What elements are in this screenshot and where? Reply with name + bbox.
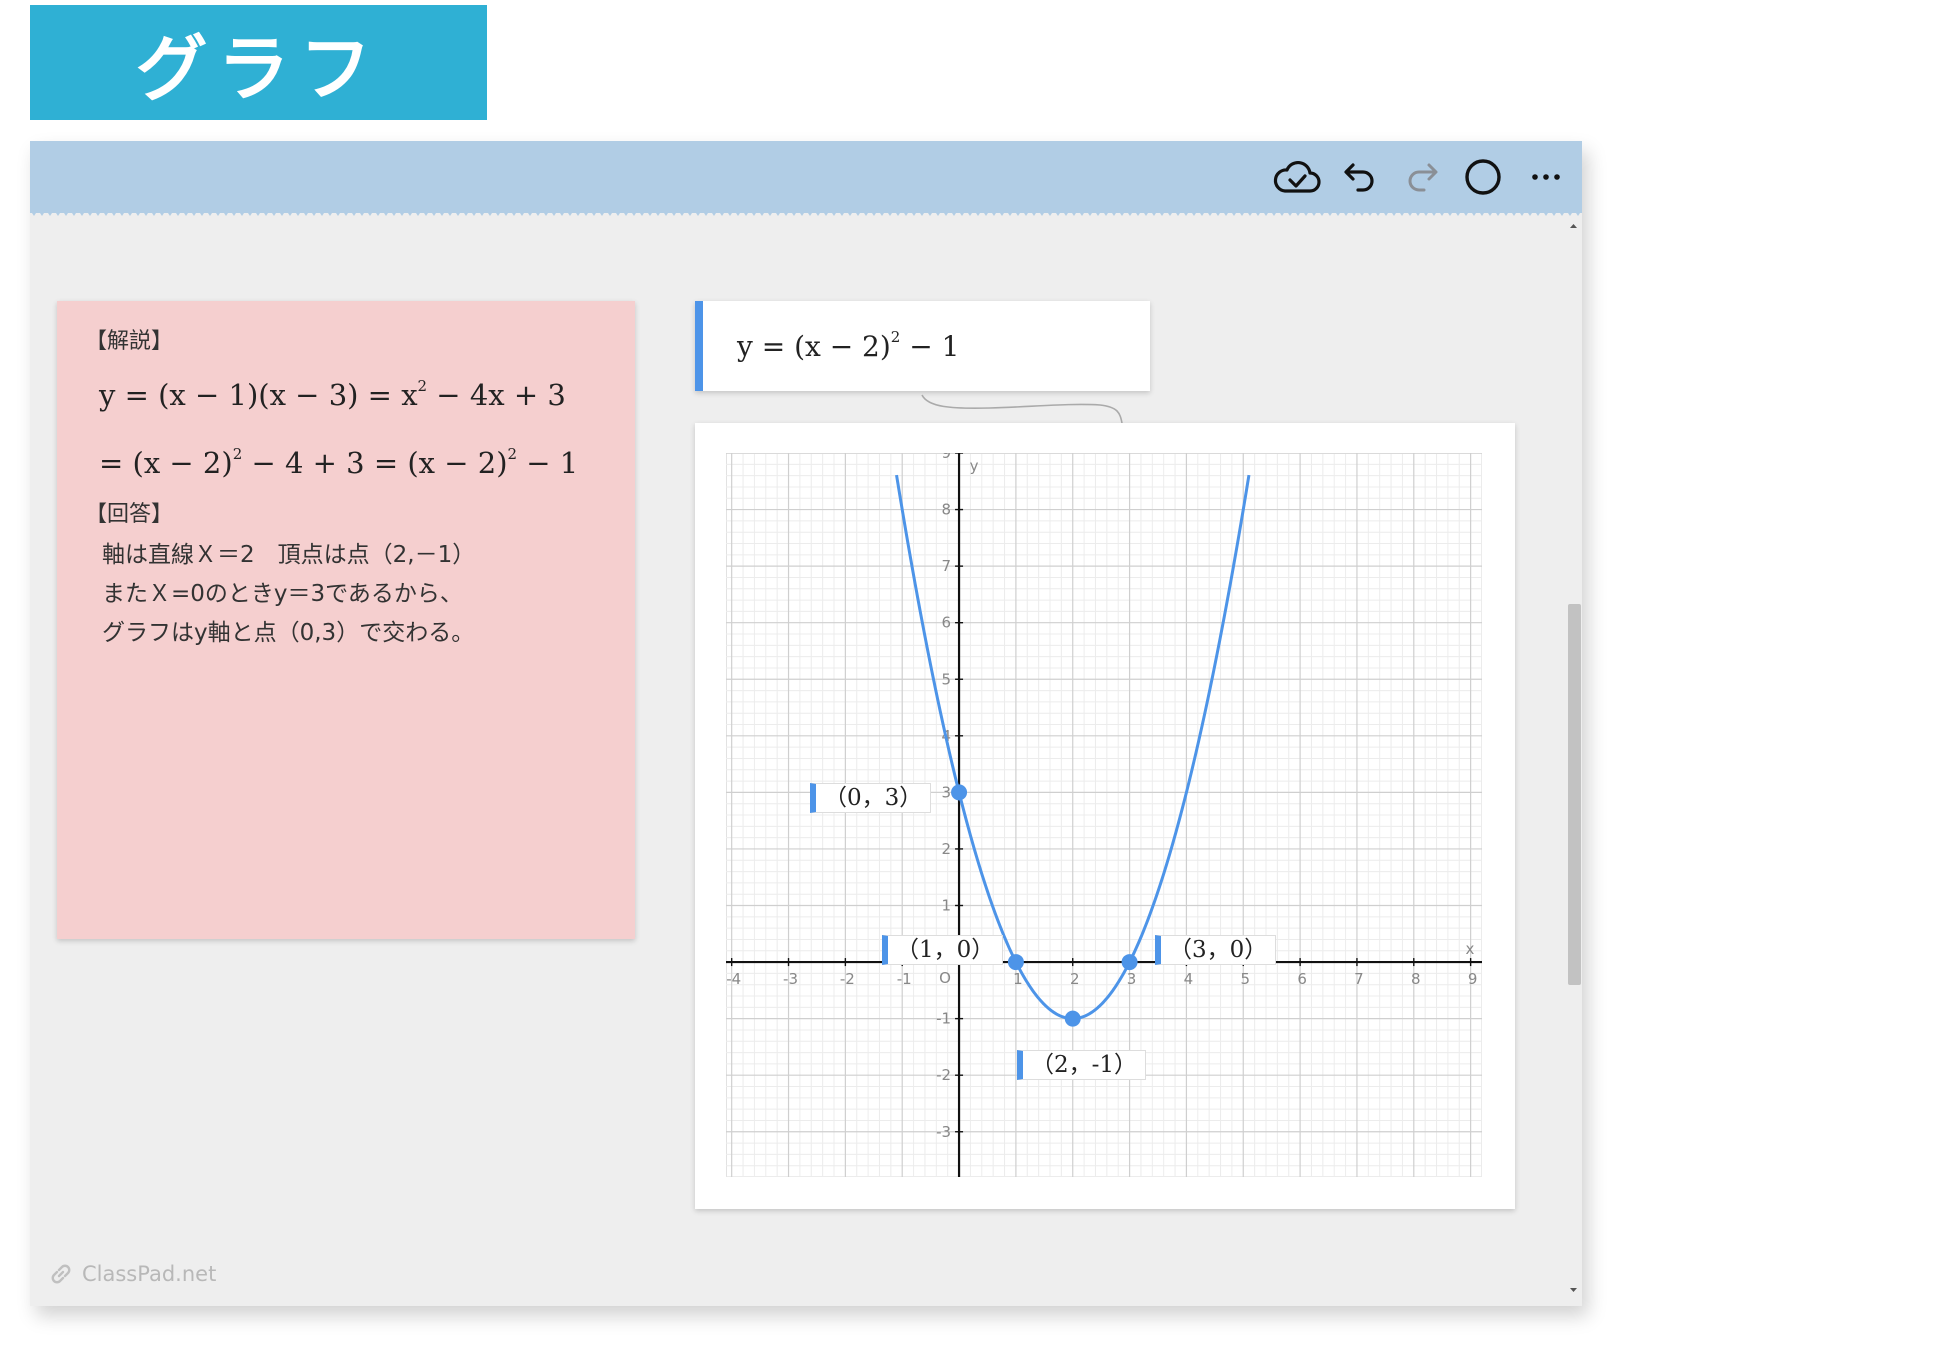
point-marker <box>951 784 968 801</box>
x-tick-label: 2 <box>1070 970 1080 988</box>
x-tick-label: 3 <box>1127 970 1137 988</box>
x-axis-label: x <box>1466 940 1475 958</box>
scroll-down-icon[interactable] <box>1568 1285 1579 1295</box>
cloud-save-button[interactable] <box>1271 153 1323 201</box>
x-tick-label: 5 <box>1240 970 1250 988</box>
more-button[interactable] <box>1520 153 1572 201</box>
redo-icon <box>1408 163 1438 192</box>
toolbar <box>30 141 1582 213</box>
y-tick-label: 7 <box>942 557 952 575</box>
math-line-2: = (x − 2)2 − 4 + 3 = (x − 2)2 − 1 <box>99 445 579 480</box>
cloud-check-icon <box>1273 160 1321 193</box>
x-tick-label: -1 <box>897 970 912 988</box>
math-line-1: y = (x − 1)(x − 3) = x2 − 4x + 3 <box>99 377 566 412</box>
point-marker <box>1007 954 1024 971</box>
scroll-thumb[interactable] <box>1568 604 1581 985</box>
y-tick-label: 6 <box>942 614 952 632</box>
answer-line: グラフはy軸と点（0,3）で交わる。 <box>102 620 475 646</box>
x-tick-label: 8 <box>1411 970 1421 988</box>
scroll-up-icon[interactable] <box>1568 221 1579 231</box>
origin-label: O <box>939 969 951 987</box>
answer-heading: 【回答】 <box>85 502 174 527</box>
toolbar-edge <box>30 209 1582 216</box>
graph-card[interactable]: -4 -3 -2 -1 1 2 3 4 5 6 7 8 9 -3 -2 -1 1 2 3 4 5 6 7 8 9 Ox y （0，3… <box>695 423 1515 1209</box>
page-banner: グラフ <box>30 5 487 120</box>
x-tick-label: -2 <box>840 970 855 988</box>
undo-button[interactable] <box>1334 153 1386 201</box>
redo-button[interactable] <box>1396 153 1448 201</box>
x-tick-label: -4 <box>726 970 741 988</box>
equation-card[interactable]: y = (x − 2)2 − 1 <box>695 301 1150 391</box>
undo-icon <box>1344 163 1374 192</box>
circle-icon <box>1465 159 1501 195</box>
y-tick-label: 5 <box>942 670 952 688</box>
y-tick-label: -3 <box>936 1123 951 1141</box>
x-tick-label: 9 <box>1468 970 1478 988</box>
vertical-scrollbar[interactable] <box>1565 221 1582 1301</box>
answer-line: 軸は直線Ｘ＝2 頂点は点（2,－1） <box>102 542 476 568</box>
y-tick-label: -2 <box>936 1066 951 1084</box>
x-tick-label: -3 <box>783 970 798 988</box>
pen-tool-button[interactable] <box>1457 153 1509 201</box>
watermark-text: ClassPad.net <box>82 1262 217 1286</box>
explanation-note[interactable]: 【解説】 y = (x − 1)(x − 3) = x2 − 4x + 3 = … <box>57 301 635 939</box>
x-tick-label: 6 <box>1297 970 1307 988</box>
y-tick-label: 2 <box>942 840 952 858</box>
point-label-3-0[interactable]: （3，0） <box>1155 935 1277 965</box>
equation-accent-bar <box>695 301 703 391</box>
equation-graph-connector <box>921 394 1123 424</box>
y-tick-label: 1 <box>942 897 952 915</box>
y-tick-label: 8 <box>942 501 952 519</box>
equation-text[interactable]: y = (x − 2)2 − 1 <box>737 328 959 363</box>
more-icon <box>1532 174 1560 180</box>
point-marker <box>1064 1010 1081 1027</box>
y-tick-label: -1 <box>936 1010 951 1028</box>
point-label-2-neg1[interactable]: （2，-1） <box>1017 1050 1147 1080</box>
link-icon <box>51 1264 71 1284</box>
page-title: グラフ <box>135 27 382 111</box>
x-tick-label: 7 <box>1354 970 1364 988</box>
y-tick-label: 9 <box>942 453 952 462</box>
point-label-0-3[interactable]: （0，3） <box>810 783 932 813</box>
classpad-watermark: ClassPad.net <box>48 1261 216 1287</box>
x-tick-label: 4 <box>1184 970 1194 988</box>
y-axis-label: y <box>970 457 979 475</box>
y-tick-label: 3 <box>942 783 952 801</box>
classpad-window: 【解説】 y = (x − 1)(x − 3) = x2 − 4x + 3 = … <box>30 141 1582 1306</box>
point-marker <box>1121 954 1138 971</box>
explanation-heading: 【解説】 <box>85 329 174 354</box>
point-label-1-0[interactable]: （1，0） <box>882 935 1004 965</box>
answer-line: またＸ=0のときy＝3であるから、 <box>102 581 463 607</box>
